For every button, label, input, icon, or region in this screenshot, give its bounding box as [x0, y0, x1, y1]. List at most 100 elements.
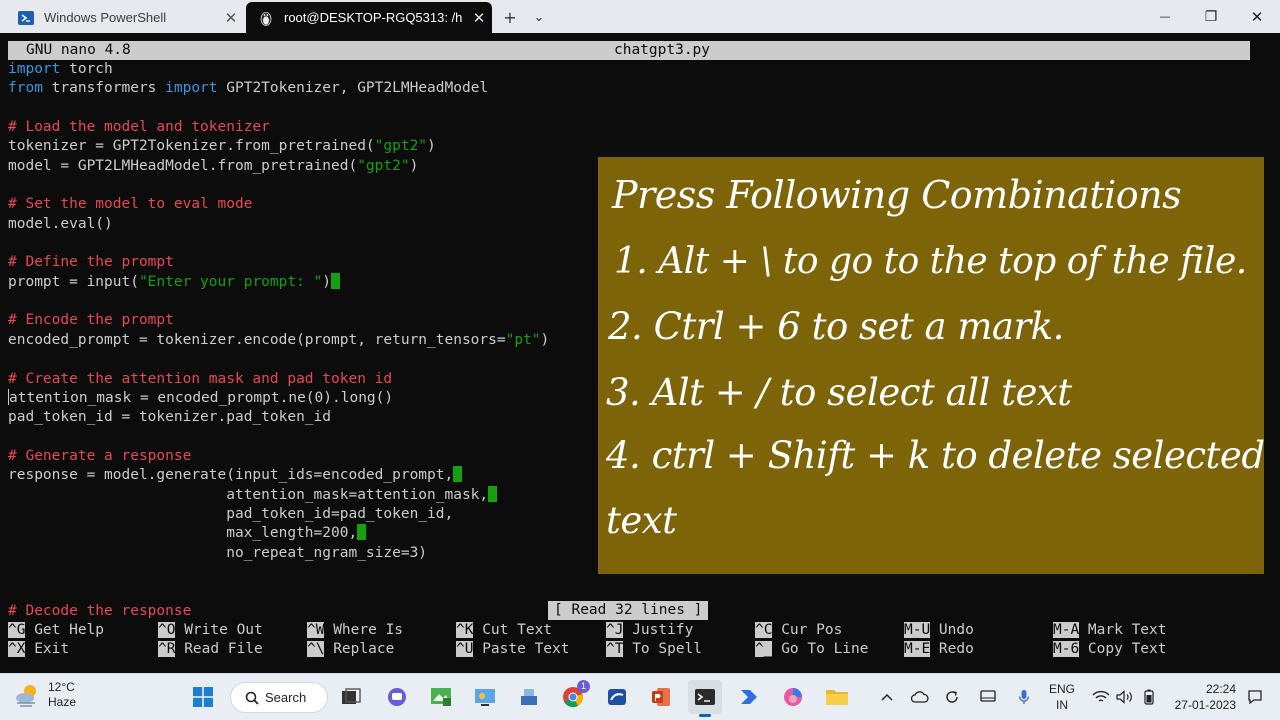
start-button[interactable] [186, 680, 220, 714]
tab-windows-powershell[interactable]: Windows PowerShell ✕ [8, 2, 244, 33]
power-automate-icon[interactable] [732, 680, 766, 714]
code-line[interactable]: # Set the model to eval mode [8, 195, 549, 214]
shortcut-label: Get Help [25, 622, 105, 638]
nano-shortcut: ^W Where Is [307, 621, 403, 640]
code-line[interactable]: # Generate a response [8, 447, 549, 466]
nano-shortcut: ^R Read File [158, 640, 263, 659]
code-line[interactable]: pad_token_id = tokenizer.pad_token_id [8, 408, 549, 427]
tab-close-icon[interactable]: ✕ [218, 9, 244, 27]
onedrive-cloud-icon[interactable] [908, 682, 932, 712]
code-line[interactable]: # Define the prompt [8, 253, 549, 272]
code-line[interactable]: ​ [8, 350, 549, 369]
code-line[interactable]: model = GPT2LMHeadModel.from_pretrained(… [8, 157, 549, 176]
code-line[interactable]: response = model.generate(input_ids=enco… [8, 466, 549, 485]
shortcut-key: M-A [1053, 622, 1080, 638]
maximize-button[interactable]: ❐ [1188, 0, 1234, 33]
new-tab-button[interactable]: + [496, 2, 524, 32]
shortcut-key: M-E [904, 641, 931, 658]
control-panel-icon[interactable] [468, 680, 502, 714]
input-language-indicator[interactable]: ENG IN [1049, 681, 1075, 713]
code-line[interactable]: ​ [8, 176, 549, 195]
code-line[interactable]: model.eval() [8, 215, 549, 234]
code-line[interactable]: ​ [8, 563, 549, 582]
tab-dropdown-icon[interactable]: ⌄ [526, 2, 552, 32]
nano-shortcut: ^X Exit [8, 640, 69, 659]
shortcut-label: Copy Text [1079, 641, 1167, 658]
chrome-icon[interactable]: 1 [556, 680, 590, 714]
code-line[interactable]: attention_mask=attention_mask, [8, 485, 549, 505]
shortcut-label: Mark Text [1079, 622, 1167, 638]
nano-shortcut-bar: ^G Get Help ^X Exit ^O Write Out ^R Read Fi… [8, 621, 1268, 661]
code-line[interactable]: ​ [8, 428, 549, 447]
battery-icon[interactable] [1138, 682, 1160, 712]
nano-filename: chatgpt3.py [613, 42, 711, 58]
shortcut-key: ^G [8, 622, 26, 638]
terminal-app-icon[interactable] [688, 680, 722, 717]
nano-shortcut: M-6 Copy Text [1053, 640, 1167, 659]
close-window-button[interactable]: ✕ [1234, 0, 1280, 33]
code-line[interactable]: # Decode the response [8, 602, 549, 621]
code-line[interactable]: pad_token_id=pad_token_id, [8, 505, 549, 524]
shortcut-label: To Spell [623, 641, 703, 658]
shortcut-key: ^\ [307, 641, 325, 658]
notification-center-icon[interactable] [1244, 682, 1266, 712]
edge-browser-icon[interactable] [776, 680, 810, 714]
taskbar-search[interactable]: Search [230, 682, 328, 713]
notification-badge: 1 [577, 680, 590, 693]
task-view-icon[interactable] [334, 680, 368, 714]
code-line[interactable]: # Create the attention mask and pad toke… [8, 370, 549, 389]
code-line[interactable]: no_repeat_ngram_size=3) [8, 544, 549, 563]
shortcut-key: ^U [456, 641, 474, 658]
code-line[interactable]: ​ [8, 99, 549, 118]
shortcut-label: Replace [324, 641, 395, 658]
sync-refresh-icon[interactable] [940, 682, 964, 712]
overlay-item: 3. Alt + / to select all text [606, 371, 1072, 414]
code-line[interactable]: from transformers import GPT2Tokenizer, … [8, 79, 549, 98]
volume-icon[interactable] [1114, 682, 1136, 712]
powerpoint-icon[interactable] [644, 680, 678, 714]
nano-shortcut: M-U Undo [904, 621, 974, 640]
wifi-icon[interactable] [1090, 682, 1112, 712]
tablet-mode-icon[interactable] [976, 682, 1000, 712]
code-line[interactable]: max_length=200, [8, 524, 549, 543]
shortcut-label: Write Out [175, 622, 263, 638]
code-line[interactable]: encoded_prompt = tokenizer.encode(prompt… [8, 331, 549, 350]
minimize-button[interactable]: — [1142, 0, 1188, 33]
code-line[interactable]: tokenizer = GPT2Tokenizer.from_pretraine… [8, 137, 549, 156]
tab-close-icon[interactable]: ✕ [466, 9, 492, 27]
teams-chat-icon[interactable] [380, 680, 414, 714]
overlay-item: 4. ctrl + Shift + k to delete selected [606, 434, 1264, 477]
shortcut-label: Redo [930, 641, 974, 658]
tab-label: Windows PowerShell [44, 10, 167, 25]
whiteboard-icon[interactable] [600, 680, 634, 714]
system-clock[interactable]: 22:24 27-01-2023 [1175, 681, 1236, 713]
shortcut-key: ^O [158, 622, 176, 638]
weather-description: Haze [48, 695, 77, 709]
windows-taskbar: 12°C Haze Search 1 ENG IN 22:24 27-01-20… [0, 673, 1280, 720]
code-line[interactable]: prompt = input("Enter your prompt: ") [8, 272, 549, 292]
microphone-icon[interactable] [1012, 682, 1036, 712]
code-line[interactable]: attention_mask = encoded_prompt.ne(0).lo… [8, 388, 549, 408]
code-line[interactable]: # Load the model and tokenizer [8, 118, 549, 137]
nano-header-bar: GNU nano 4.8 chatgpt3.py [8, 41, 1250, 60]
shortcut-label: Go To Line [772, 641, 869, 658]
photo-editor-icon[interactable] [424, 680, 458, 714]
shortcut-label: Cut Text [473, 622, 553, 638]
tab-linux-terminal[interactable]: root@DESKTOP-RGQ5313: /h ✕ [246, 2, 492, 33]
code-line[interactable]: ​ [8, 234, 549, 253]
file-explorer-icon[interactable] [820, 680, 854, 714]
network-tool-icon[interactable] [512, 680, 546, 714]
code-line[interactable]: ​ [8, 582, 549, 601]
shortcut-label: Where Is [324, 622, 404, 638]
shortcut-label: Paste Text [473, 641, 570, 658]
show-hidden-icons-chevron-up-icon[interactable] [876, 682, 898, 712]
code-line[interactable]: # Encode the prompt [8, 311, 549, 330]
code-editor[interactable]: import torch from transformers import GPT… [8, 60, 549, 621]
linux-penguin-icon [258, 10, 274, 26]
weather-widget[interactable]: 12°C Haze [14, 680, 76, 710]
code-line[interactable]: ​ [8, 292, 549, 311]
code-line[interactable]: import torch [8, 60, 549, 79]
nano-shortcut: ^O Write Out [158, 621, 263, 640]
shortcut-label: Undo [930, 622, 974, 638]
nano-shortcut: M-E Redo [904, 640, 974, 659]
